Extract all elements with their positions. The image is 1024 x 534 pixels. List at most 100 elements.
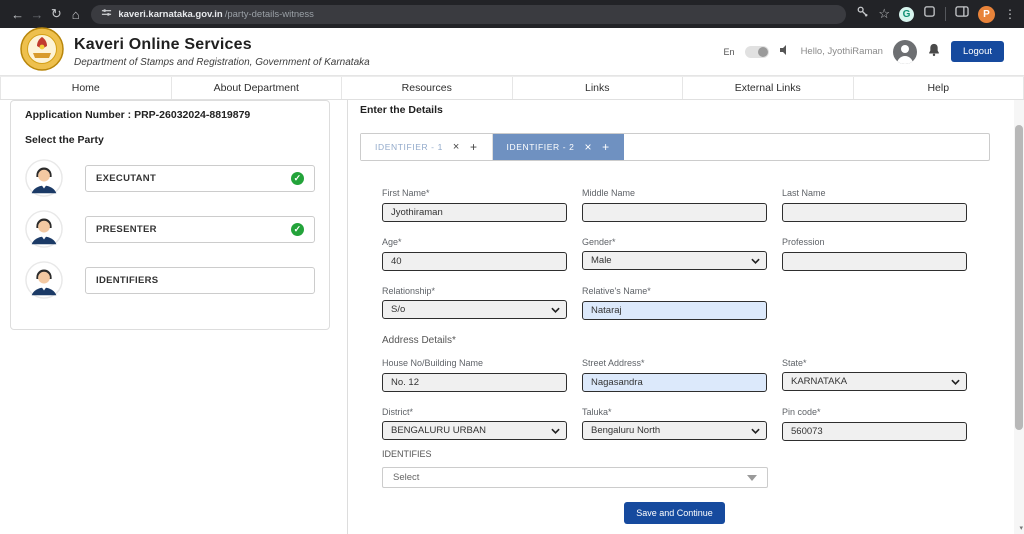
identifier-tabbar: IDENTIFIER - 1 × + IDENTIFIER - 2 × + [360,133,990,161]
back-icon[interactable]: ← [8,3,27,25]
identifies-heading: IDENTIFIES [382,449,967,459]
house-no-label: House No/Building Name [382,358,567,368]
profession-label: Profession [782,237,967,247]
party-button-executant[interactable]: EXECUTANT ✓ [85,165,315,192]
address-bar[interactable]: kaveri.karnataka.gov.in /party-details-w… [91,5,846,24]
identifies-value: Select [393,472,419,483]
chevron-down-icon [551,307,560,313]
close-tab-icon[interactable]: × [584,140,592,154]
identifies-select[interactable]: Select [382,467,768,488]
last-name-label: Last Name [782,188,967,198]
tab-label: IDENTIFIER - 2 [507,142,575,152]
gender-label: Gender* [582,237,767,247]
pincode-label: Pin code* [782,407,967,417]
party-row-executant: EXECUTANT ✓ [25,159,315,197]
nav-item-links[interactable]: Links [513,77,684,99]
main-nav: Home About Department Resources Links Ex… [0,76,1024,100]
select-party-panel: Application Number : PRP-26032024-881987… [10,100,330,330]
street-address-field[interactable] [582,373,767,392]
reload-icon[interactable]: ↻ [47,3,66,25]
taluka-value: Bengaluru North [591,425,660,436]
add-tab-icon[interactable]: + [470,140,478,154]
bookmark-star-icon[interactable]: ☆ [878,6,890,22]
select-party-heading: Select the Party [25,134,315,146]
side-panel-icon[interactable] [955,5,969,23]
gender-select[interactable]: Male [582,251,767,270]
street-address-label: Street Address* [582,358,767,368]
chevron-down-icon [951,379,960,385]
age-field[interactable] [382,252,567,271]
person-avatar-icon [25,261,63,299]
chevron-down-icon [747,475,757,481]
logout-button[interactable]: Logout [951,41,1004,62]
completed-check-icon: ✓ [291,172,304,185]
scroll-down-icon[interactable]: ▾ [1019,524,1023,532]
state-select[interactable]: KARNATAKA [782,372,967,391]
save-and-continue-button[interactable]: Save and Continue [624,502,725,524]
district-label: District* [382,407,567,417]
password-key-icon[interactable] [856,5,869,23]
nav-item-help[interactable]: Help [854,77,1024,99]
person-avatar-icon [25,159,63,197]
page-subtitle: Department of Stamps and Registration, G… [74,57,370,68]
notification-bell-icon[interactable] [927,42,941,62]
last-name-field[interactable] [782,203,967,222]
age-label: Age* [382,237,567,247]
forward-icon[interactable]: → [27,3,46,25]
home-icon[interactable]: ⌂ [66,3,85,25]
user-greeting: Hello, JyothiRaman [801,46,883,57]
toolbar-divider [945,7,946,21]
nav-item-home[interactable]: Home [0,77,172,99]
nav-item-resources[interactable]: Resources [342,77,513,99]
close-tab-icon[interactable]: × [453,141,460,153]
middle-name-label: Middle Name [582,188,767,198]
browser-profile-avatar[interactable]: P [978,6,995,23]
site-info-icon[interactable] [101,5,112,23]
relationship-value: S/o [391,304,405,315]
page-title: Kaveri Online Services [74,36,370,54]
profession-field[interactable] [782,252,967,271]
scrollbar-thumb[interactable] [1015,125,1023,430]
completed-check-icon: ✓ [291,223,304,236]
middle-name-field[interactable] [582,203,767,222]
state-value: KARNATAKA [791,376,847,387]
party-row-presenter: PRESENTER ✓ [25,210,315,248]
extensions-icon[interactable] [923,5,936,23]
taluka-label: Taluka* [582,407,767,417]
person-avatar-icon [25,210,63,248]
chevron-down-icon [751,258,760,264]
add-tab-icon[interactable]: + [602,140,610,154]
url-path: /party-details-witness [225,9,314,20]
address-details-heading: Address Details* [382,335,967,346]
nav-item-external-links[interactable]: External Links [683,77,854,99]
tab-identifier-1[interactable]: IDENTIFIER - 1 × + [361,134,493,160]
house-no-field[interactable] [382,373,567,392]
user-avatar[interactable] [893,40,917,64]
relationship-label: Relationship* [382,286,567,296]
first-name-field[interactable] [382,203,567,222]
party-label: IDENTIFIERS [96,275,158,286]
grammarly-extension-icon[interactable]: G [899,7,914,22]
language-toggle[interactable] [745,46,769,58]
karnataka-emblem-logo [20,27,64,76]
browser-menu-icon[interactable]: ⋮ [1004,7,1016,21]
taluka-select[interactable]: Bengaluru North [582,421,767,440]
relative-name-label: Relative's Name* [582,286,767,296]
party-button-identifiers[interactable]: IDENTIFIERS [85,267,315,294]
pincode-field[interactable] [782,422,967,441]
relative-name-field[interactable] [582,301,767,320]
nav-item-about-department[interactable]: About Department [172,77,343,99]
page: ← → ↻ ⌂ kaveri.karnataka.gov.in /party-d… [0,0,1024,534]
page-scrollbar[interactable]: ▾ [1014,100,1024,534]
identifier-form: First Name* Middle Name Last Name Age* G… [382,188,967,524]
party-label: EXECUTANT [96,173,156,184]
state-label: State* [782,358,967,368]
first-name-label: First Name* [382,188,567,198]
relationship-select[interactable]: S/o [382,300,567,319]
audio-icon[interactable] [779,43,791,61]
party-button-presenter[interactable]: PRESENTER ✓ [85,216,315,243]
district-select[interactable]: BENGALURU URBAN [382,421,567,440]
language-label: En [724,47,735,57]
tab-identifier-2[interactable]: IDENTIFIER - 2 × + [493,134,624,160]
party-label: PRESENTER [96,224,157,235]
